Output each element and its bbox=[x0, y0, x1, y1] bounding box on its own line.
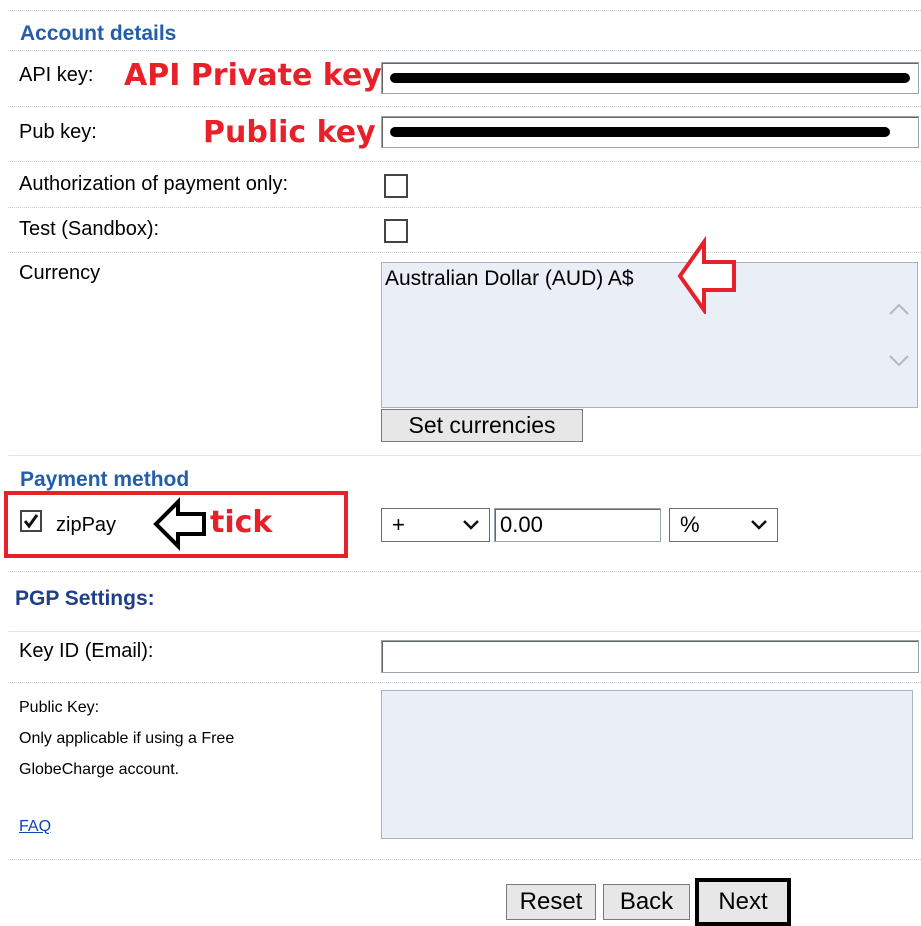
public-key-note: Only applicable if using a Free bbox=[19, 730, 235, 747]
faq-link[interactable]: FAQ bbox=[19, 811, 51, 842]
test-sandbox-checkbox[interactable] bbox=[384, 219, 408, 243]
chevron-down-icon[interactable] bbox=[887, 351, 911, 371]
chevron-up-icon[interactable] bbox=[887, 299, 911, 319]
payment-method-title: Payment method bbox=[20, 468, 190, 491]
redaction bbox=[390, 73, 910, 83]
sign-select[interactable]: + bbox=[381, 508, 490, 542]
key-id-input[interactable] bbox=[381, 640, 919, 673]
pub-key-input[interactable] bbox=[381, 116, 919, 148]
zippay-label: zipPay bbox=[56, 514, 117, 536]
public-key-textarea[interactable] bbox=[381, 690, 913, 839]
api-private-key-annotation: API Private key bbox=[124, 58, 382, 93]
currency-option[interactable]: Australian Dollar (AUD) A$ bbox=[385, 267, 634, 291]
public-key-annotation: Public key bbox=[203, 115, 376, 150]
listbox-scrollbar[interactable] bbox=[881, 263, 917, 407]
test-sandbox-label: Test (Sandbox): bbox=[19, 218, 160, 240]
public-key-label: Public Key: bbox=[19, 699, 100, 716]
checkmark-icon[interactable] bbox=[20, 510, 42, 532]
next-button[interactable]: Next bbox=[695, 878, 791, 926]
auth-only-checkbox[interactable] bbox=[384, 174, 408, 198]
unit-select[interactable]: % bbox=[669, 508, 778, 542]
pub-key-label: Pub key: bbox=[19, 121, 97, 143]
set-currencies-button[interactable]: Set currencies bbox=[381, 409, 583, 442]
account-details-title: Account details bbox=[20, 22, 177, 45]
account-details-header: Account details bbox=[8, 10, 921, 49]
api-key-input[interactable] bbox=[381, 62, 919, 94]
currency-label: Currency bbox=[19, 262, 101, 284]
arrow-left-outline-icon bbox=[153, 497, 206, 551]
fee-amount-input[interactable]: 0.00 bbox=[494, 508, 661, 542]
auth-only-label: Authorization of payment only: bbox=[19, 173, 289, 195]
currency-listbox[interactable]: Australian Dollar (AUD) A$ bbox=[381, 262, 918, 408]
tick-annotation: tick bbox=[210, 505, 273, 540]
back-button[interactable]: Back bbox=[603, 884, 690, 920]
public-key-note: GlobeCharge account. bbox=[19, 761, 180, 778]
key-id-label: Key ID (Email): bbox=[19, 640, 154, 662]
pgp-settings-title: PGP Settings: bbox=[15, 587, 155, 610]
public-key-block: Public Key: Only applicable if using a F… bbox=[19, 692, 359, 785]
arrow-left-outline-icon bbox=[677, 235, 736, 314]
payment-method-header: Payment method bbox=[8, 455, 921, 496]
redaction bbox=[390, 127, 890, 137]
chevron-down-icon[interactable] bbox=[749, 515, 769, 535]
chevron-down-icon[interactable] bbox=[461, 515, 481, 535]
reset-button[interactable]: Reset bbox=[506, 884, 596, 920]
api-key-label: API key: bbox=[19, 64, 94, 86]
